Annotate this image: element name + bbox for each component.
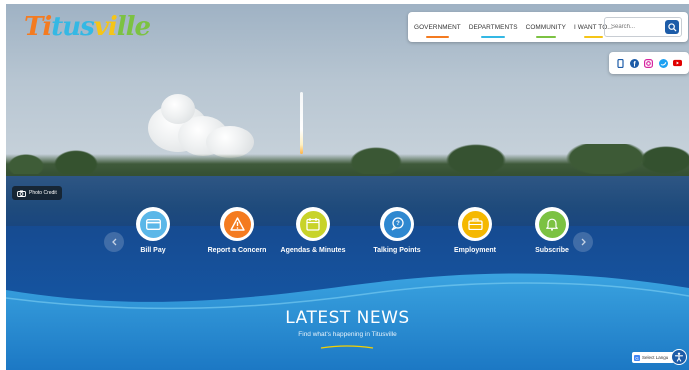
news-divider	[320, 345, 374, 349]
quicklink-report-concern[interactable]: Report a Concern	[202, 207, 272, 254]
google-translate-icon: G	[634, 354, 640, 361]
accessibility-icon	[674, 352, 684, 362]
translate-select[interactable]: G Select Langu	[632, 352, 674, 363]
instagram-icon[interactable]	[644, 58, 654, 68]
youtube-icon[interactable]	[673, 59, 683, 68]
nav-departments[interactable]: DEPARTMENTS	[469, 24, 518, 38]
latest-news-subtitle: Find what's happening in Titusville	[298, 331, 397, 338]
chevron-left-icon	[111, 238, 116, 246]
translate-label: Select Langu	[642, 355, 669, 360]
quicklink-label: Subscribe	[535, 247, 569, 254]
quicklink-agendas-minutes[interactable]: Agendas & Minutes	[278, 207, 348, 254]
quicklink-label: Talking Points	[373, 247, 421, 254]
search-icon	[667, 22, 677, 32]
quicklink-employment[interactable]: Employment	[440, 207, 510, 254]
facebook-icon[interactable]: f	[630, 58, 640, 68]
bell-icon	[546, 218, 558, 231]
quicklink-label: Agendas & Minutes	[280, 247, 346, 254]
search-input[interactable]	[611, 24, 663, 30]
credit-card-icon	[145, 218, 161, 230]
treeline-canopy	[6, 144, 689, 174]
calendar-icon	[306, 218, 320, 231]
twitter-icon[interactable]	[658, 58, 668, 68]
mobile-icon[interactable]	[616, 58, 625, 68]
main-nav: GOVERNMENT DEPARTMENTS COMMUNITY I WANT …	[408, 12, 688, 42]
nav-government[interactable]: GOVERNMENT	[414, 24, 461, 38]
homepage-frame: Titusville GOVERNMENT DEPARTMENTS COMMUN…	[6, 4, 689, 370]
quicklink-talking-points[interactable]: ? Talking Points	[362, 207, 432, 254]
latest-news-heading: LATEST NEWS	[285, 308, 410, 328]
quicklink-subscribe[interactable]: Subscribe	[517, 207, 587, 254]
search-box	[604, 17, 682, 37]
nav-community[interactable]: COMMUNITY	[526, 24, 566, 38]
quicklink-label: Report a Concern	[207, 247, 267, 254]
camera-icon	[17, 189, 26, 197]
accessibility-button[interactable]	[671, 349, 687, 365]
search-button[interactable]	[665, 20, 679, 34]
social-links: f	[609, 52, 689, 74]
quicklink-bill-pay[interactable]: Bill Pay	[118, 207, 188, 254]
warning-icon	[229, 217, 245, 231]
quicklink-label: Bill Pay	[140, 247, 166, 254]
photo-credit-label: Photo Credit	[29, 190, 57, 196]
titusville-logo[interactable]: Titusville	[24, 12, 151, 42]
photo-credit-button[interactable]: Photo Credit	[12, 186, 62, 200]
speech-bubble-icon: ?	[391, 217, 404, 231]
quicklink-label: Employment	[453, 247, 496, 254]
smoke-plume	[161, 94, 195, 124]
svg-text:?: ?	[396, 221, 400, 227]
briefcase-icon	[467, 218, 483, 230]
svg-text:G: G	[635, 356, 639, 361]
